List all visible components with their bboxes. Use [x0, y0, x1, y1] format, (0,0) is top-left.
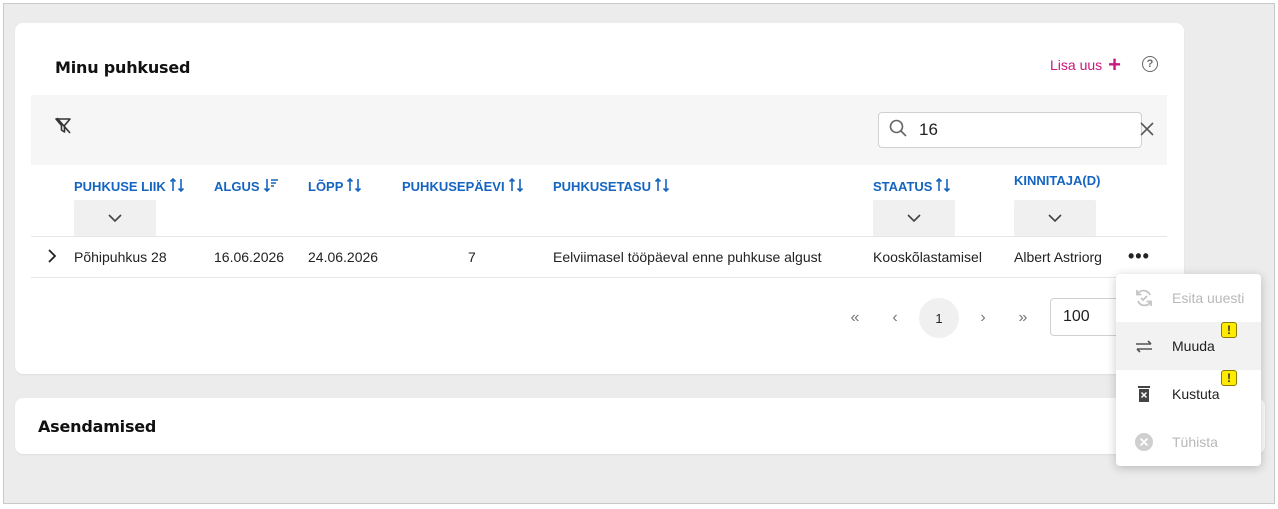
my-vacations-card: Minu puhkused Lisa uus + ? 16 PUHKUSE LI… — [15, 23, 1184, 374]
sort-desc-icon — [263, 177, 279, 196]
column-header-status[interactable]: STAATUS — [873, 177, 951, 196]
more-actions-icon[interactable]: ••• — [1128, 246, 1150, 267]
warning-badge: ! — [1221, 322, 1237, 338]
menu-item-label: Kustuta — [1172, 386, 1220, 402]
search-box — [878, 112, 1154, 148]
menu-item-resubmit[interactable]: Esita uuesti — [1116, 274, 1261, 322]
menu-item-edit[interactable]: Muuda ! — [1116, 322, 1261, 370]
help-icon[interactable]: ? — [1142, 56, 1158, 72]
chevron-down-icon — [1048, 209, 1062, 227]
row-actions-menu: Esita uuesti Muuda ! Kustuta ! Tühista — [1116, 274, 1261, 466]
resubmit-icon — [1134, 288, 1154, 308]
sort-both-icon — [508, 177, 524, 196]
swap-icon — [1134, 336, 1154, 356]
type-filter-select[interactable] — [74, 200, 156, 236]
cell-pay: Eelviimasel tööpäeval enne puhkuse algus… — [553, 249, 822, 265]
cell-approver: Albert Astriorg — [1014, 249, 1102, 265]
menu-item-label: Esita uuesti — [1172, 290, 1245, 306]
current-page-button[interactable]: 1 — [919, 298, 959, 338]
cell-start: 16.06.2026 — [214, 249, 285, 265]
sort-both-icon — [169, 177, 185, 196]
card-title: Minu puhkused — [55, 58, 191, 77]
approver-filter-select[interactable] — [1014, 200, 1096, 236]
sort-both-icon — [935, 177, 951, 196]
menu-item-label: Muuda — [1172, 338, 1215, 354]
chevron-down-icon — [108, 209, 122, 227]
status-filter-select[interactable] — [873, 200, 955, 236]
chevron-right-icon[interactable] — [47, 249, 57, 266]
column-header-days[interactable]: PUHKUSEPÄEVI — [402, 177, 524, 196]
last-page-icon[interactable]: » — [1003, 298, 1043, 338]
menu-item-label: Tühista — [1172, 434, 1218, 450]
first-page-icon[interactable]: « — [835, 298, 875, 338]
cell-days: 7 — [468, 249, 476, 265]
cell-end: 24.06.2026 — [308, 249, 379, 265]
menu-item-delete[interactable]: Kustuta ! — [1116, 370, 1261, 418]
cell-status: Kooskõlastamisel — [873, 249, 982, 265]
clear-search-icon[interactable] — [1140, 120, 1154, 140]
warning-badge: ! — [1221, 370, 1237, 386]
cell-type: Põhipuhkus 28 — [74, 249, 167, 265]
table-toolbar — [31, 95, 1167, 165]
cancel-icon — [1134, 432, 1154, 452]
add-new-label: Lisa uus — [1050, 57, 1103, 73]
next-page-icon[interactable]: › — [963, 298, 1003, 338]
column-header-type[interactable]: PUHKUSE LIIK — [74, 177, 185, 196]
plus-icon: + — [1108, 52, 1122, 77]
column-header-pay[interactable]: PUHKUSETASU — [553, 177, 670, 196]
search-icon — [889, 119, 907, 142]
sort-both-icon — [654, 177, 670, 196]
column-header-approver: KINNITAJA(D) — [1014, 173, 1101, 188]
app-background: Minu puhkused Lisa uus + ? 16 PUHKUSE LI… — [3, 3, 1275, 504]
substitutions-card[interactable]: Asendamised — [15, 398, 1265, 454]
table-header: PUHKUSE LIIK ALGUS LÕPP PUHKUSEPÄEVI PUH… — [31, 165, 1167, 237]
delete-icon — [1134, 384, 1154, 404]
prev-page-icon[interactable]: ‹ — [875, 298, 915, 338]
pagination: « ‹ 1 › » — [835, 298, 1043, 338]
menu-item-cancel[interactable]: Tühista — [1116, 418, 1261, 466]
table-row[interactable]: Põhipuhkus 28 16.06.2026 24.06.2026 7 Ee… — [31, 237, 1167, 278]
card-title: Asendamised — [38, 417, 157, 436]
column-header-start[interactable]: ALGUS — [214, 177, 279, 196]
clear-filter-icon[interactable] — [55, 117, 71, 140]
column-header-end[interactable]: LÕPP — [308, 177, 362, 196]
sort-both-icon — [346, 177, 362, 196]
search-input[interactable] — [919, 120, 1140, 140]
chevron-down-icon — [907, 209, 921, 227]
add-new-button[interactable]: Lisa uus + — [1050, 52, 1122, 77]
